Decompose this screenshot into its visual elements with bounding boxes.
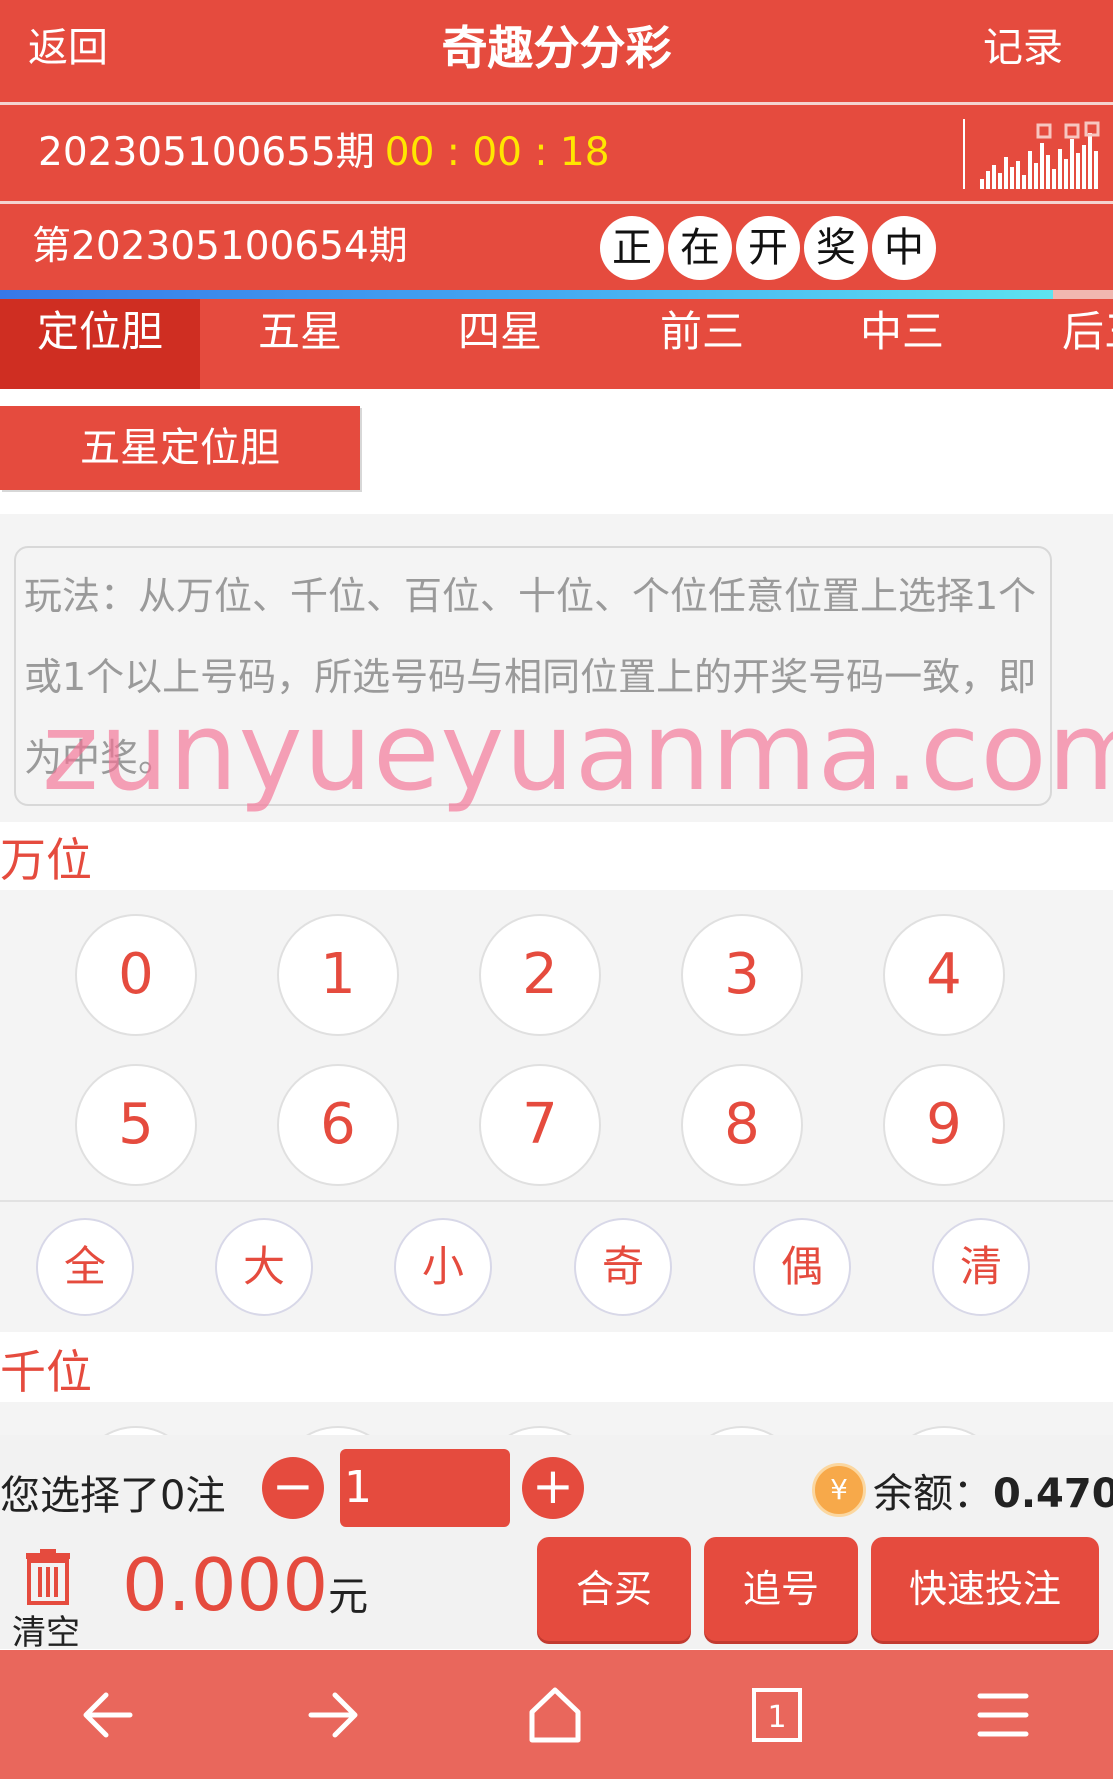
number-ball[interactable]: 3 [681, 914, 803, 1036]
draw-status: 正 在 开 奖 中 [600, 216, 936, 280]
forward-arrow-icon[interactable] [297, 1680, 367, 1750]
tab-count: 1 [767, 1700, 786, 1735]
current-period-text: 202305100655期 00 : 00 : 18 [38, 105, 610, 201]
sub-tab-wuxing-dingweidan[interactable]: 五星定位胆 [0, 406, 360, 490]
record-button[interactable]: 记录 [983, 0, 1063, 96]
countdown-progress-fill [0, 290, 1053, 299]
number-ball[interactable]: 9 [883, 1064, 1005, 1186]
position-label-wan: 万位 [0, 833, 92, 887]
draw-status-char: 开 [736, 216, 800, 280]
number-ball[interactable]: 2 [479, 914, 601, 1036]
number-ball[interactable]: 8 [681, 1064, 803, 1186]
quick-select-row-wan: 全 大 小 奇 偶 清 [0, 1200, 1113, 1332]
tab-sixing[interactable]: 四星 [400, 299, 600, 389]
balance-value: 0.470 [993, 1471, 1113, 1517]
tab-housan[interactable]: 后三 [1004, 299, 1113, 389]
last-period-number: 第202305100654期 [32, 224, 408, 269]
app-header: 返回 奇趣分分彩 记录 [0, 0, 1113, 102]
number-ball[interactable]: 4 [883, 914, 1005, 1036]
selected-count: 您选择了0注 [0, 1473, 226, 1519]
balance: 余额：0.470 [873, 1461, 1113, 1519]
draw-status-char: 中 [872, 216, 936, 280]
page-title: 奇趣分分彩 [441, 21, 672, 75]
minus-button[interactable]: − [262, 1457, 324, 1519]
number-ball[interactable]: 7 [479, 1064, 601, 1186]
number-ball[interactable]: 0 [75, 914, 197, 1036]
home-icon[interactable] [520, 1680, 590, 1750]
position-label-qian: 千位 [0, 1345, 92, 1399]
quick-bet-button[interactable]: 快速投注 [871, 1537, 1099, 1641]
tab-qiansan[interactable]: 前三 [602, 299, 802, 389]
watermark: zunyueyuanma.com [42, 690, 1113, 815]
countdown-progress-bar [0, 290, 1113, 299]
menu-icon[interactable] [968, 1680, 1038, 1750]
trend-chart-icon[interactable] [978, 121, 1102, 191]
tab-dingweidan[interactable]: 定位胆 [0, 299, 200, 389]
back-arrow-icon[interactable] [74, 1680, 144, 1750]
trash-icon[interactable] [20, 1549, 76, 1605]
draw-status-char: 在 [668, 216, 732, 280]
plus-button[interactable]: + [522, 1457, 584, 1519]
chase-number-button[interactable]: 追号 [704, 1537, 858, 1641]
last-period-bar: 第202305100654期 正 在 开 奖 中 [0, 204, 1113, 290]
quick-clear-button[interactable]: 清 [932, 1218, 1030, 1316]
tabs-icon[interactable]: 1 [742, 1680, 812, 1750]
quick-small-button[interactable]: 小 [394, 1218, 492, 1316]
draw-status-char: 正 [600, 216, 664, 280]
number-ball[interactable]: 6 [277, 1064, 399, 1186]
play-type-tabs: 定位胆 五星 四星 前三 中三 后三 [0, 299, 1113, 389]
amount-unit: 元 [328, 1574, 369, 1620]
amount-value: 0.000 [122, 1543, 329, 1627]
clear-label[interactable]: 清空 [12, 1605, 80, 1654]
quick-even-button[interactable]: 偶 [753, 1218, 851, 1316]
number-grid-wan: 0 1 2 3 4 5 6 7 8 9 [0, 890, 1113, 1200]
number-ball[interactable]: 5 [75, 1064, 197, 1186]
quick-all-button[interactable]: 全 [36, 1218, 134, 1316]
tab-wuxing[interactable]: 五星 [200, 299, 400, 389]
divider [963, 119, 965, 189]
browser-nav-bar: 1 [0, 1650, 1113, 1779]
group-buy-button[interactable]: 合买 [537, 1537, 691, 1641]
multiplier-input[interactable]: 1 [340, 1449, 510, 1527]
current-period-bar: 202305100655期 00 : 00 : 18 [0, 105, 1113, 201]
number-ball[interactable]: 1 [277, 914, 399, 1036]
draw-status-char: 奖 [804, 216, 868, 280]
countdown-timer: 00 : 00 : 18 [384, 130, 610, 175]
quick-big-button[interactable]: 大 [215, 1218, 313, 1316]
coin-icon: ¥ [812, 1463, 866, 1517]
balance-label: 余额： [873, 1471, 993, 1517]
bet-panel: 您选择了0注 − 1 + ¥ 余额：0.470 清空 0.000元 合买 追号 … [0, 1435, 1113, 1653]
quick-odd-button[interactable]: 奇 [574, 1218, 672, 1316]
current-period-number: 202305100655期 [38, 130, 375, 175]
total-amount: 0.000元 [122, 1543, 368, 1627]
tab-zhongsan[interactable]: 中三 [802, 299, 1002, 389]
